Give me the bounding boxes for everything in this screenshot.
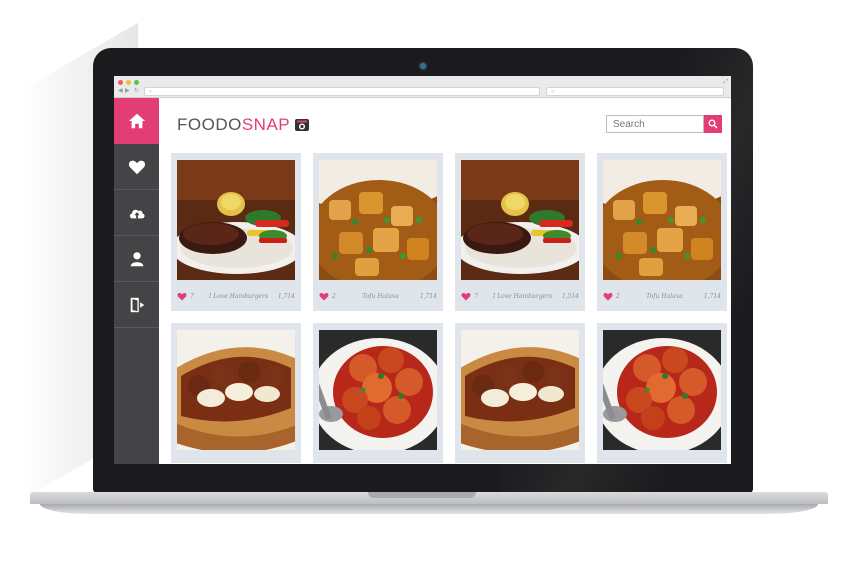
photo-thumbnail[interactable] [177, 330, 295, 450]
reload-icon[interactable]: ↻ [134, 87, 139, 95]
like-count: 2 [616, 292, 620, 300]
photo-thumbnail[interactable] [603, 330, 721, 450]
food-photo-sweet-sour-chicken [603, 330, 721, 450]
sidebar-item-upload[interactable] [114, 190, 159, 236]
heart-icon [128, 160, 145, 174]
search-button[interactable] [704, 115, 722, 133]
logout-icon [130, 297, 144, 312]
photo-thumbnail[interactable] [461, 330, 579, 450]
sidebar [114, 98, 159, 464]
food-photo-meatball-sub [177, 330, 295, 450]
laptop-base-edge [40, 504, 818, 514]
view-count: 1,714 [703, 292, 721, 300]
sidebar-item-favorites[interactable] [114, 144, 159, 190]
like-heart-icon[interactable] [319, 292, 329, 301]
like-heart-icon[interactable] [603, 292, 613, 301]
photo-card[interactable] [597, 323, 727, 463]
app-logo[interactable]: FOODO SNAP [177, 115, 310, 135]
minimize-window-dot[interactable] [126, 80, 131, 85]
photo-meta: 2 Tofu Haluva 1,714 [319, 290, 437, 302]
close-window-dot[interactable] [118, 80, 123, 85]
browser-search-icon: ○ [551, 89, 555, 95]
photo-meta: 7 I Love Hamburgers 1,714 [177, 290, 295, 302]
food-photo-meatball-sub [461, 330, 579, 450]
address-bar[interactable]: ○ [144, 87, 540, 96]
sidebar-item-profile[interactable] [114, 236, 159, 282]
photo-card[interactable]: 2 Tofu Haluva 1,714 [597, 153, 727, 311]
upload-cloud-icon [129, 209, 145, 218]
camera-logo-icon [295, 119, 310, 131]
like-count: 2 [332, 292, 336, 300]
photo-meta: 7 I Love Hamburgers 1,514 [461, 290, 579, 302]
photo-title[interactable]: Tofu Haluva [632, 293, 697, 300]
logo-text-snap: SNAP [241, 115, 291, 134]
photo-thumbnail[interactable] [319, 330, 437, 450]
photo-thumbnail[interactable] [177, 160, 295, 280]
photo-card[interactable] [455, 323, 585, 463]
webcam [420, 63, 426, 69]
photo-card[interactable]: 7 I Love Hamburgers 1,714 [171, 153, 301, 311]
view-count: 1,714 [277, 292, 295, 300]
home-icon [128, 113, 145, 129]
like-count: 7 [190, 292, 194, 300]
back-arrow-icon[interactable]: ◀ [118, 87, 123, 95]
photo-card[interactable]: 7 I Love Hamburgers 1,514 [455, 153, 585, 311]
forward-arrow-icon[interactable]: ▶ [125, 87, 130, 95]
view-count: 1,514 [561, 292, 579, 300]
search-icon [708, 119, 718, 129]
food-photo-sweet-sour-chicken [319, 330, 437, 450]
photo-card[interactable] [171, 323, 301, 463]
food-photo-stew [319, 160, 437, 280]
photo-title[interactable]: I Love Hamburgers [490, 293, 555, 300]
browser-toolbar: ◀ ▶ ↻ ○ ○ ⤢ [114, 76, 731, 98]
sidebar-item-home[interactable] [114, 98, 159, 144]
sidebar-item-logout[interactable] [114, 282, 159, 328]
view-count: 1,714 [419, 292, 437, 300]
photo-card[interactable] [313, 323, 443, 463]
search-input[interactable] [606, 115, 704, 133]
main-content: FOODO SNAP Search 7 I Love Hamburgers 1,… [159, 98, 731, 464]
maximize-window-dot[interactable] [134, 80, 139, 85]
logo-text-foodo: FOODO [177, 115, 242, 134]
photo-thumbnail[interactable] [461, 160, 579, 280]
photo-thumbnail[interactable] [603, 160, 721, 280]
laptop-mockup: ◀ ▶ ↻ ○ ○ ⤢ FOODO SNAP Search 7 I Love H… [0, 0, 846, 564]
fullscreen-icon[interactable]: ⤢ [723, 79, 728, 86]
photo-thumbnail[interactable] [319, 160, 437, 280]
browser-search-bar[interactable]: ○ [546, 87, 724, 96]
screen: ◀ ▶ ↻ ○ ○ ⤢ FOODO SNAP Search 7 I Love H… [114, 76, 731, 464]
food-photo-steak [461, 160, 579, 280]
like-count: 7 [474, 292, 478, 300]
food-photo-steak [177, 160, 295, 280]
laptop-notch [368, 492, 476, 498]
photo-title[interactable]: I Love Hamburgers [206, 293, 271, 300]
search-box [606, 115, 722, 133]
user-icon [130, 251, 143, 266]
photo-title[interactable]: Tofu Haluva [348, 293, 413, 300]
like-heart-icon[interactable] [177, 292, 187, 301]
photo-meta: 2 Tofu Haluva 1,714 [603, 290, 721, 302]
food-photo-stew [603, 160, 721, 280]
like-heart-icon[interactable] [461, 292, 471, 301]
photo-card[interactable]: 2 Tofu Haluva 1,714 [313, 153, 443, 311]
page-icon: ○ [149, 89, 153, 95]
